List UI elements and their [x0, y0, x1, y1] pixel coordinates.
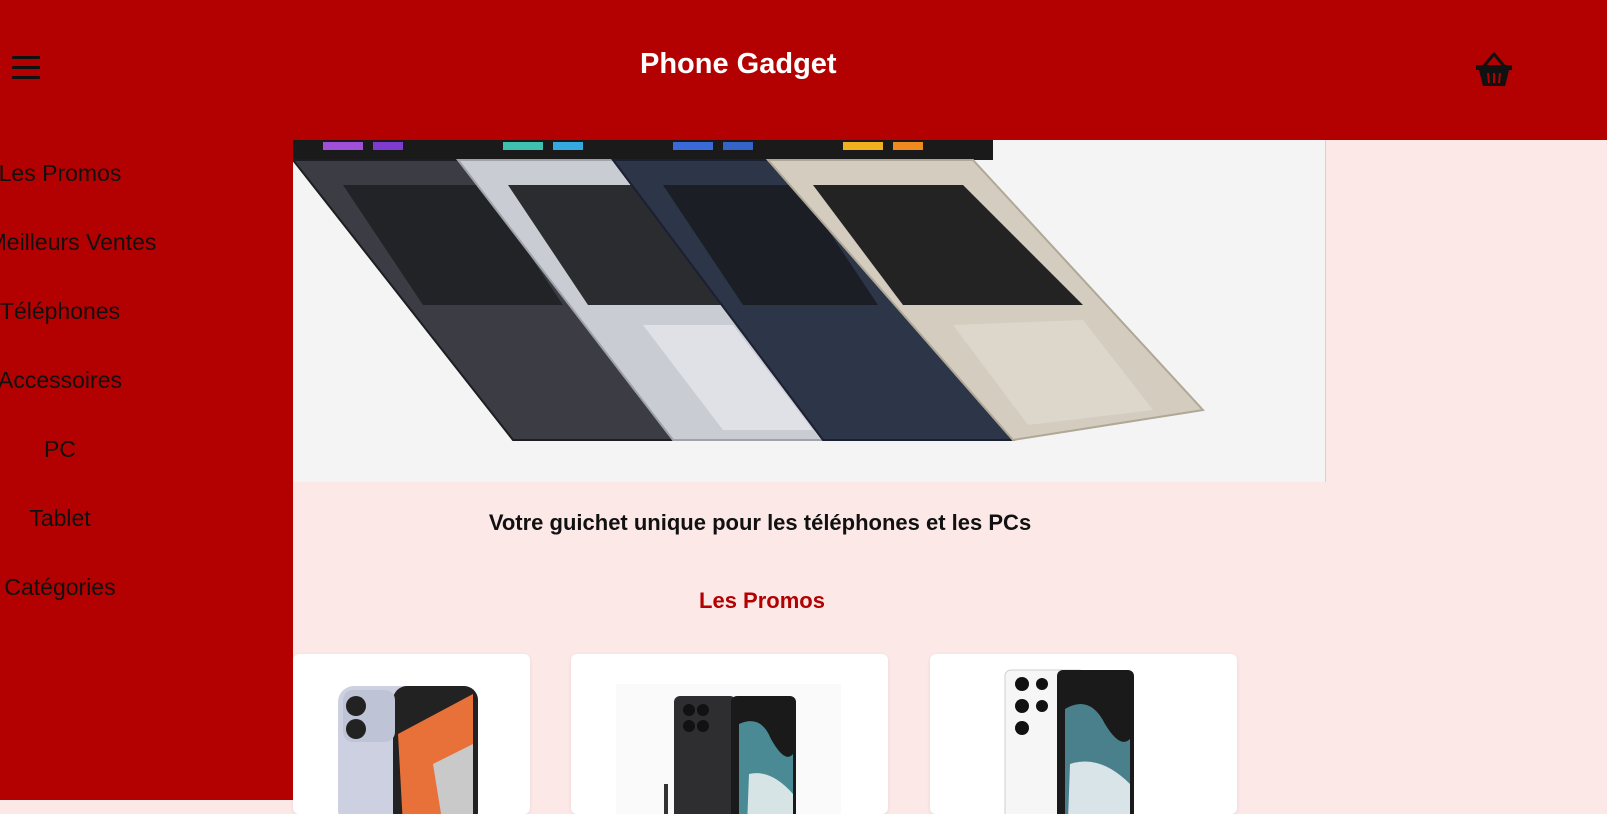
- sidebar-item-tablet[interactable]: Tablet: [0, 505, 180, 532]
- sidebar-item-categories[interactable]: Catégories: [0, 574, 180, 601]
- promos-section-heading: Les Promos: [699, 588, 825, 613]
- tagline: Votre guichet unique pour les téléphones…: [488, 510, 1032, 535]
- sidebar-item-telephones[interactable]: Téléphones: [0, 298, 180, 325]
- top-header: Phone Gadget: [0, 0, 1607, 140]
- promo-card[interactable]: [930, 654, 1237, 814]
- laptops-banner-image: [293, 140, 1326, 482]
- promo-card[interactable]: [571, 654, 888, 814]
- sidebar-item-pc[interactable]: PC: [0, 436, 180, 463]
- phone-galaxy-s22-ultra-black-image: [616, 684, 841, 814]
- phone-redmi-image: [338, 686, 478, 814]
- hamburger-menu-icon[interactable]: [12, 56, 40, 80]
- sidebar-item-meilleurs-ventes[interactable]: Meilleurs Ventes: [0, 229, 192, 256]
- sidebar-item-promos[interactable]: Les Promos: [0, 160, 180, 187]
- sidebar-item-accessoires[interactable]: Accessoires: [0, 367, 180, 394]
- site-title[interactable]: Phone Gadget: [640, 48, 880, 81]
- promo-card[interactable]: [293, 654, 530, 814]
- shopping-basket-icon[interactable]: [1474, 52, 1514, 88]
- sidebar-nav: Les Promos Meilleurs Ventes Téléphones A…: [0, 140, 293, 800]
- phone-galaxy-s22-ultra-white-image: [1004, 669, 1134, 814]
